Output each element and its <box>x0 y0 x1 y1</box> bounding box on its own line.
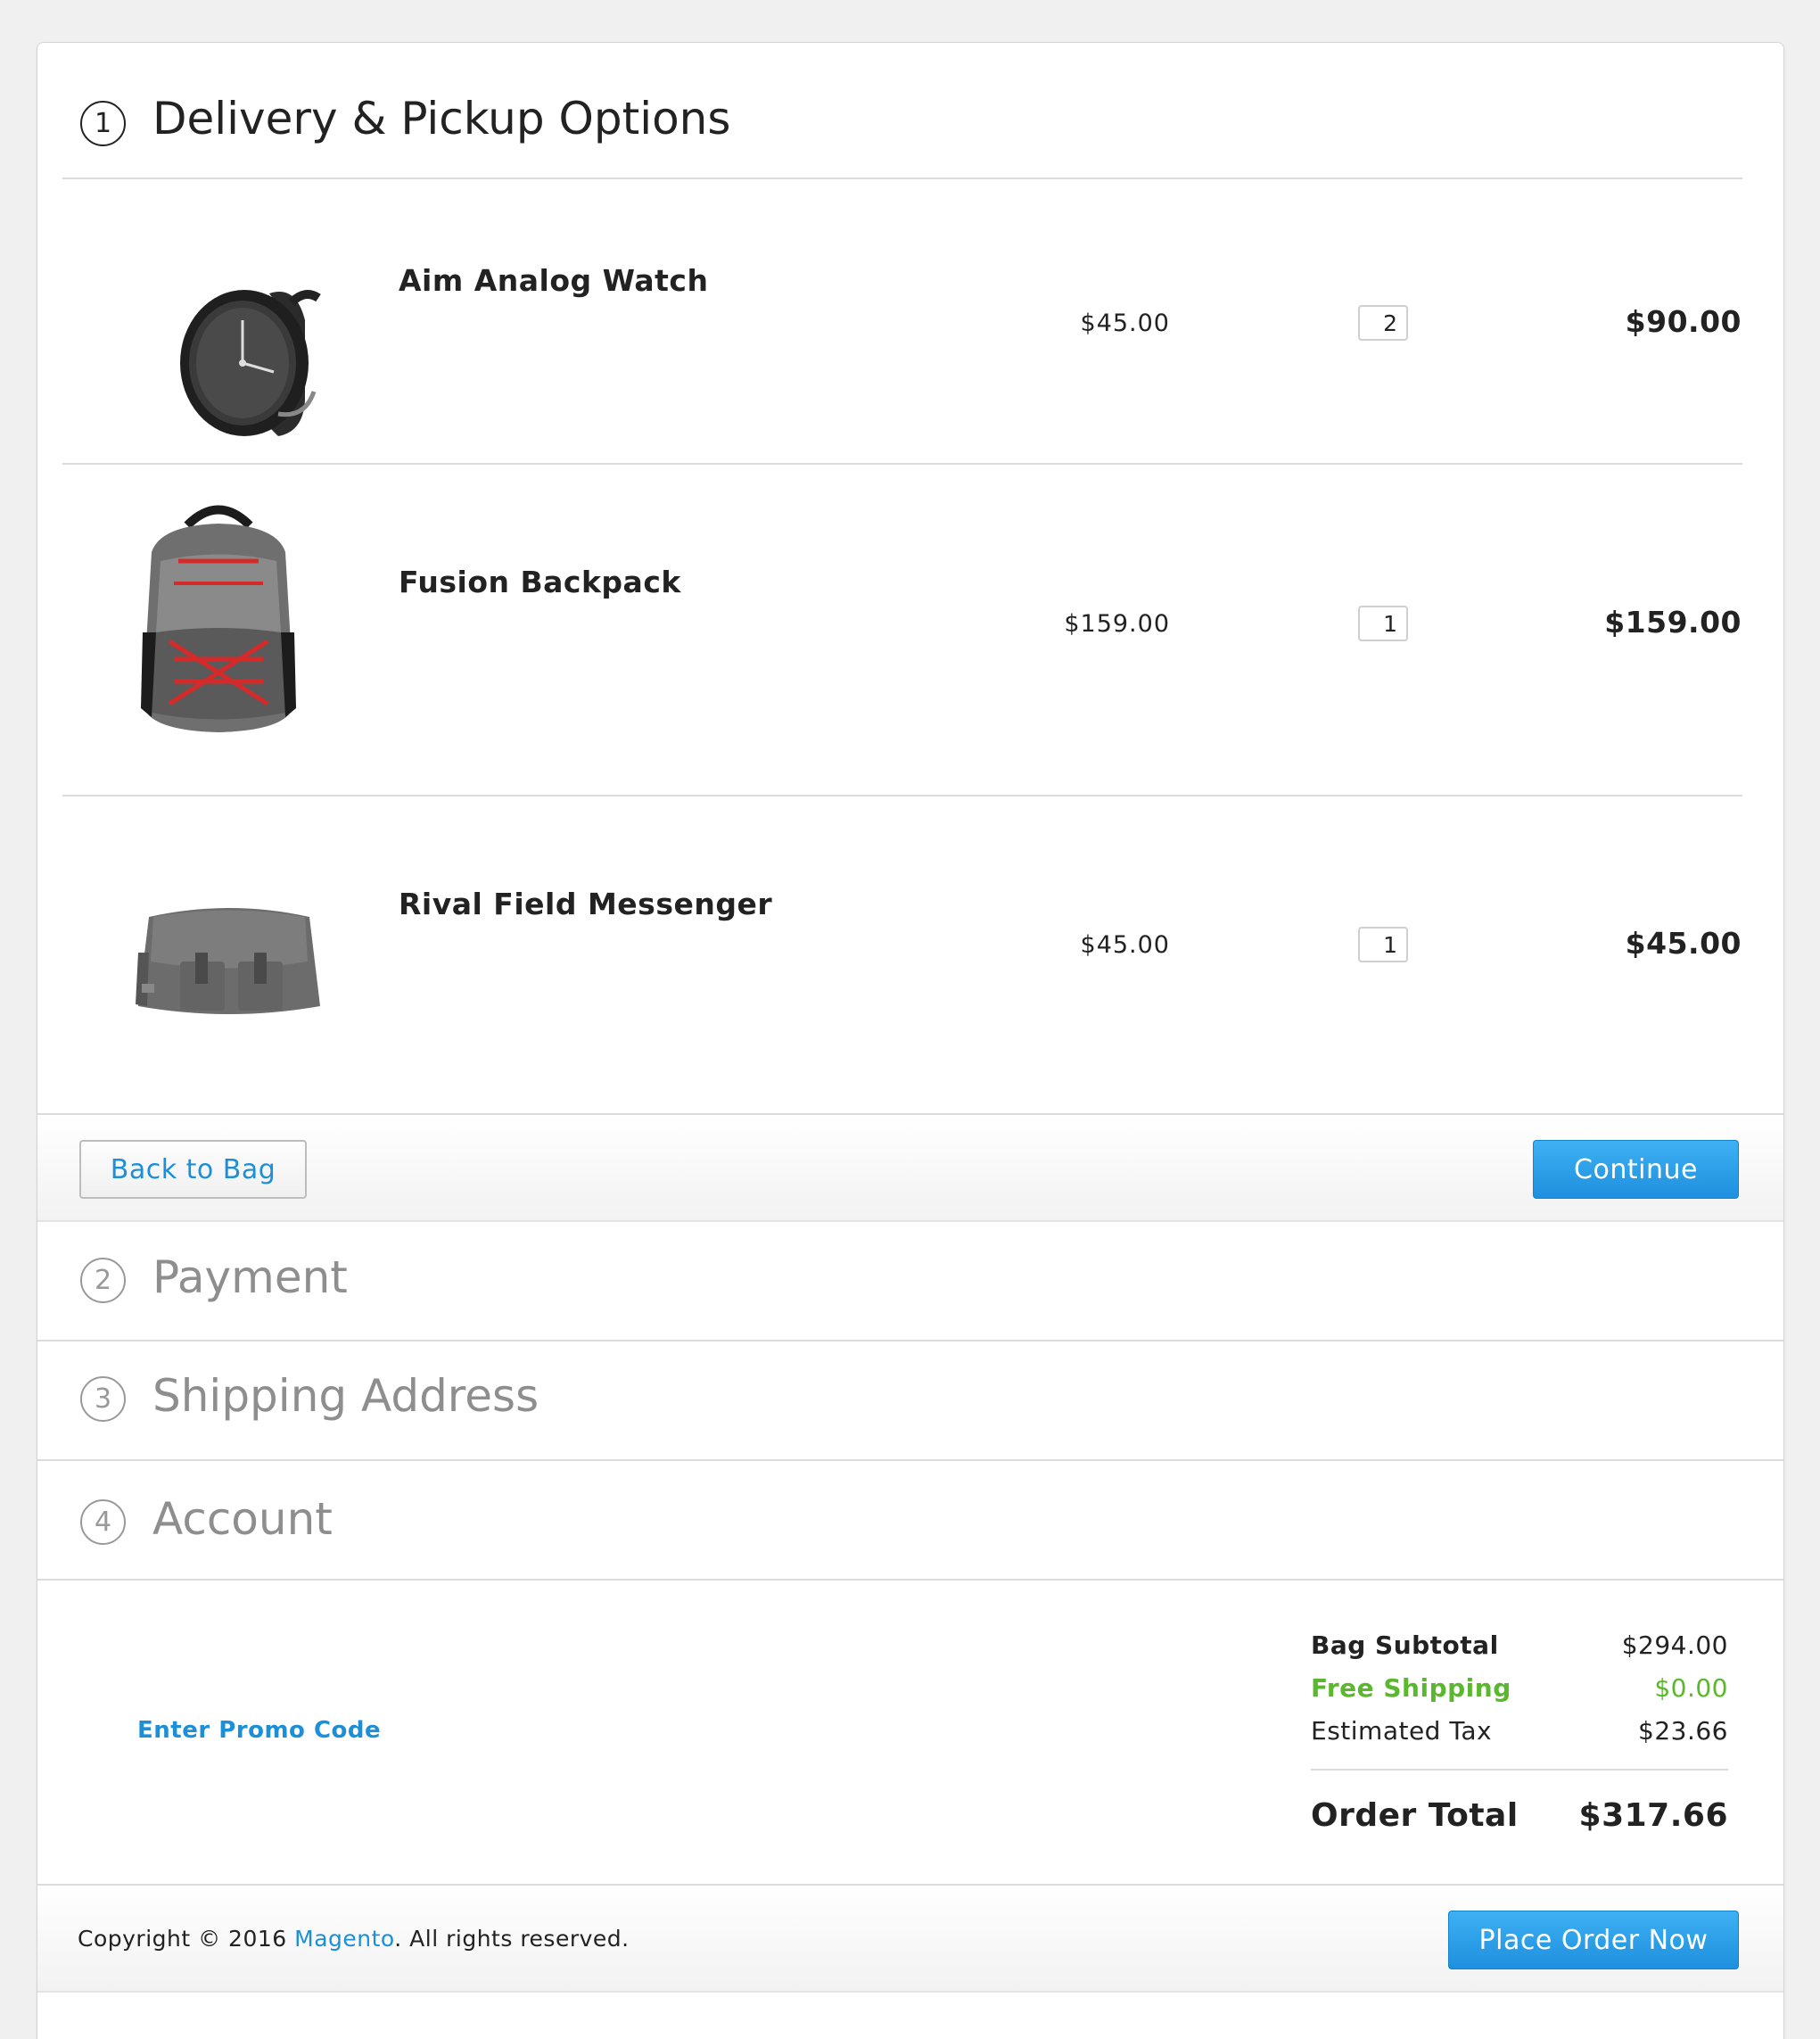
quantity-input[interactable] <box>1358 606 1408 641</box>
order-total-row: Order Total $317.66 <box>1311 1797 1728 1834</box>
product-unit-price: $45.00 <box>1080 931 1170 959</box>
step-shipping-address-header[interactable]: 3 Shipping Address <box>37 1341 1783 1459</box>
backpack-product-image <box>141 505 296 732</box>
divider <box>1311 1769 1728 1771</box>
subtotal-row: Bag Subtotal $294.00 <box>1311 1630 1728 1660</box>
quantity-input[interactable] <box>1358 927 1408 962</box>
step-account-header[interactable]: 4 Account <box>37 1461 1783 1579</box>
line-item: Rival Field Messenger $45.00 $45.00 <box>37 797 1783 1153</box>
step-title: Delivery & Pickup Options <box>152 93 731 144</box>
place-order-button[interactable]: Place Order Now <box>1448 1911 1739 1969</box>
messenger-bag-product-image <box>136 908 320 1014</box>
subtotal-value: $294.00 <box>1621 1630 1728 1660</box>
shipping-label: Free Shipping <box>1311 1673 1511 1703</box>
order-total-label: Order Total <box>1311 1797 1519 1834</box>
product-unit-price: $159.00 <box>1064 610 1170 638</box>
copyright-text: Copyright © 2016 Magento. All rights res… <box>78 1926 630 1952</box>
line-item: Aim Analog Watch $45.00 $90.00 <box>37 179 1783 506</box>
step-actions-bar: Back to Bag Continue <box>37 1113 1783 1222</box>
watch-product-image <box>180 290 321 436</box>
quantity-input[interactable] <box>1358 305 1408 341</box>
product-name[interactable]: Fusion Backpack <box>399 565 681 599</box>
divider <box>37 1579 1783 1581</box>
step-title: Account <box>152 1493 333 1545</box>
copyright-suffix: . All rights reserved. <box>394 1926 630 1952</box>
continue-button[interactable]: Continue <box>1533 1140 1739 1199</box>
product-name[interactable]: Rival Field Messenger <box>399 887 772 921</box>
product-name[interactable]: Aim Analog Watch <box>399 263 708 298</box>
shipping-row: Free Shipping $0.00 <box>1311 1673 1728 1703</box>
product-line-total: $90.00 <box>1625 304 1742 339</box>
copyright-prefix: Copyright © 2016 <box>78 1926 295 1952</box>
line-item: Fusion Backpack $159.00 $159.00 <box>37 465 1783 796</box>
step-number-badge: 2 <box>80 1258 126 1303</box>
step-title: Shipping Address <box>152 1370 539 1422</box>
magento-link[interactable]: Magento <box>294 1926 394 1952</box>
tax-label: Estimated Tax <box>1311 1716 1493 1746</box>
product-line-total: $159.00 <box>1604 605 1742 640</box>
shipping-value: $0.00 <box>1654 1673 1728 1703</box>
step-number-badge: 1 <box>80 101 126 146</box>
promo-code-link[interactable]: Enter Promo Code <box>137 1717 381 1744</box>
subtotal-label: Bag Subtotal <box>1311 1630 1499 1660</box>
product-unit-price: $45.00 <box>1080 310 1170 337</box>
step-number-badge: 3 <box>80 1376 126 1422</box>
order-summary: Bag Subtotal $294.00 Free Shipping $0.00… <box>1311 1630 1728 1889</box>
footer-bar: Copyright © 2016 Magento. All rights res… <box>37 1884 1783 1993</box>
step-payment-header[interactable]: 2 Payment <box>37 1222 1783 1340</box>
checkout-card: 1 Delivery & Pickup Options Aim Analog W… <box>37 42 1784 2039</box>
step-delivery-header[interactable]: 1 Delivery & Pickup Options <box>37 89 1783 159</box>
tax-row: Estimated Tax $23.66 <box>1311 1716 1728 1746</box>
order-total-value: $317.66 <box>1578 1797 1728 1834</box>
back-to-bag-button[interactable]: Back to Bag <box>79 1140 307 1199</box>
step-number-badge: 4 <box>80 1499 126 1545</box>
product-line-total: $45.00 <box>1625 926 1742 961</box>
step-title: Payment <box>152 1251 348 1303</box>
tax-value: $23.66 <box>1638 1716 1728 1746</box>
